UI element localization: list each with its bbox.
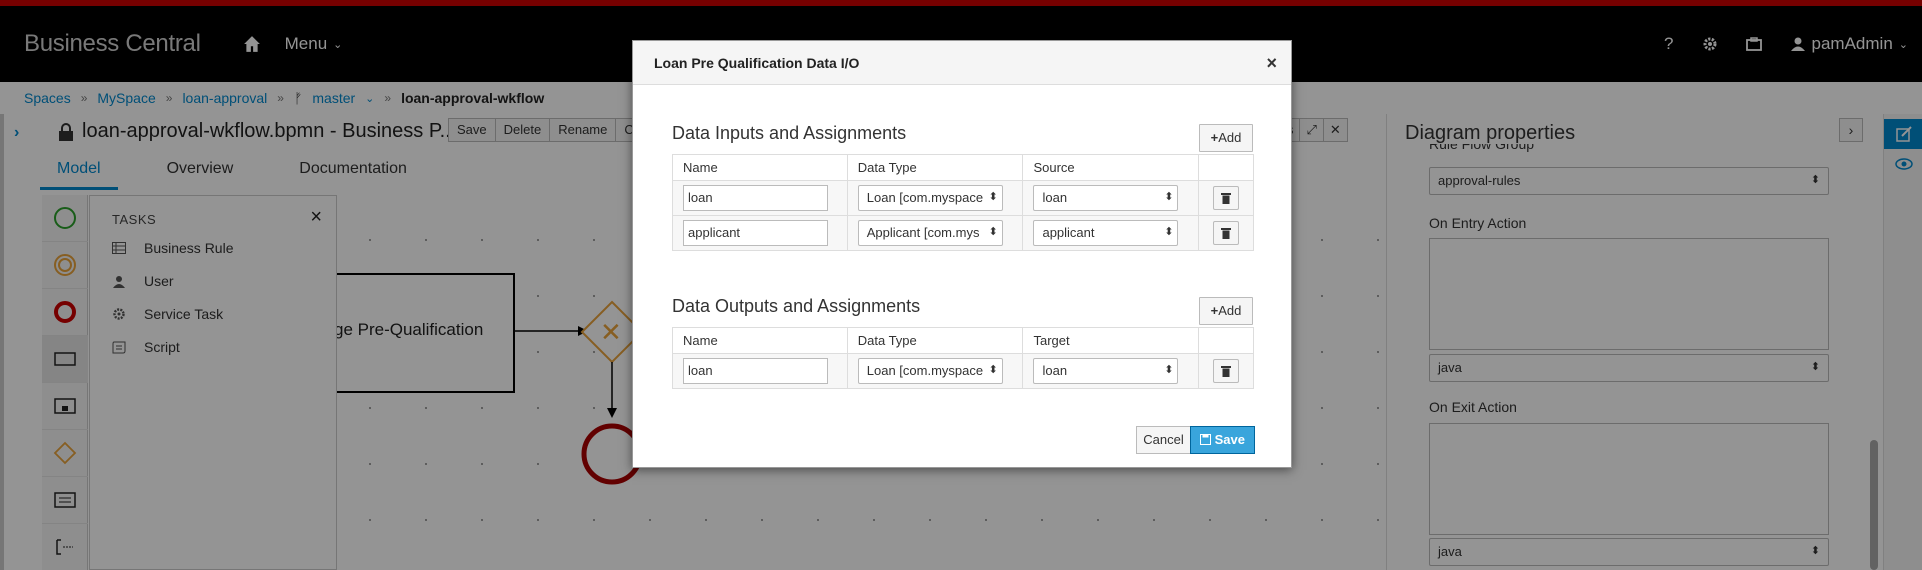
table-header-row: Name Data Type Target (672, 327, 1254, 354)
table-header-row: Name Data Type Source (672, 154, 1254, 181)
column-header: Name (672, 327, 848, 354)
add-label: Add (1218, 303, 1242, 318)
column-header (1198, 154, 1254, 181)
modal-title: Loan Pre Qualification Data I/O (654, 54, 860, 71)
input-datatype-select[interactable]: Loan [com.myspace (857, 185, 1003, 211)
column-header: Data Type (846, 327, 1024, 354)
column-header: Target (1022, 327, 1200, 354)
column-header: Data Type (846, 154, 1024, 181)
trash-icon (1221, 193, 1232, 204)
outputs-table: Name Data Type Target loan Loan [com.mys… (672, 327, 1254, 389)
add-output-button[interactable]: +Add (1199, 297, 1253, 325)
save-label: Save (1214, 432, 1245, 447)
data-io-modal: Loan Pre Qualification Data I/O × Data I… (632, 40, 1292, 468)
inputs-section-title: Data Inputs and Assignments (672, 123, 907, 143)
table-row: applicant Applicant [com.mys applicant (672, 215, 1254, 251)
input-source-select[interactable]: applicant (1033, 220, 1179, 246)
trash-icon (1221, 228, 1232, 239)
close-icon[interactable]: × (1266, 53, 1277, 74)
input-datatype-select[interactable]: Applicant [com.mys (857, 220, 1003, 246)
add-input-button[interactable]: +Add (1199, 124, 1253, 152)
input-source-select[interactable]: loan (1033, 185, 1179, 211)
table-row: loan Loan [com.myspace loan (672, 180, 1254, 216)
delete-row-button[interactable] (1213, 186, 1240, 210)
input-name-field[interactable]: loan (683, 185, 828, 211)
modal-header: Loan Pre Qualification Data I/O × (633, 41, 1291, 85)
cancel-button[interactable]: Cancel (1136, 426, 1191, 454)
output-datatype-select[interactable]: Loan [com.myspace (857, 358, 1003, 384)
column-header (1198, 327, 1254, 354)
input-name-field[interactable]: applicant (683, 220, 828, 246)
delete-row-button[interactable] (1213, 221, 1240, 245)
inputs-table: Name Data Type Source loan Loan [com.mys… (672, 154, 1254, 251)
add-label: Add (1218, 130, 1242, 145)
output-name-field[interactable]: loan (683, 358, 828, 384)
trash-icon (1221, 366, 1232, 377)
outputs-section-title: Data Outputs and Assignments (672, 296, 921, 316)
floppy-icon (1200, 434, 1211, 445)
column-header: Name (672, 154, 848, 181)
table-row: loan Loan [com.myspace loan (672, 353, 1254, 389)
column-header: Source (1022, 154, 1200, 181)
save-button[interactable]: Save (1190, 426, 1255, 454)
output-target-select[interactable]: loan (1033, 358, 1179, 384)
delete-row-button[interactable] (1213, 359, 1240, 383)
